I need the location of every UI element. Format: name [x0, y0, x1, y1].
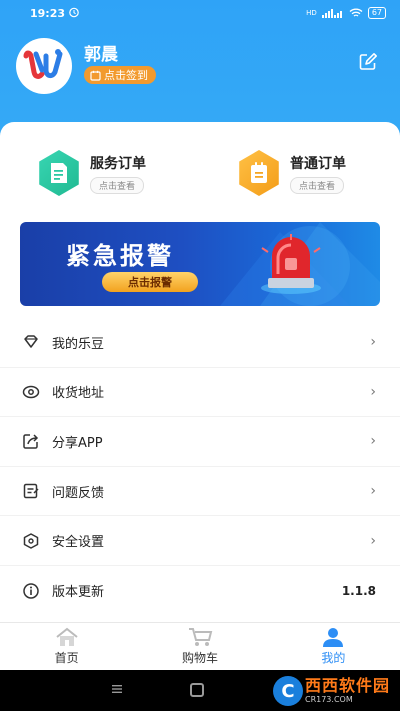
share-icon	[23, 434, 39, 450]
tab-label-mine: 我的	[321, 651, 346, 665]
tab-mine[interactable]: 我的	[267, 623, 400, 670]
diamond-icon	[24, 335, 38, 349]
service-order-title: 服务订单	[90, 155, 146, 172]
user-name: 郭晨	[84, 45, 118, 65]
chevron-right-icon: ›	[370, 334, 376, 351]
menu-label-ledou: 我的乐豆	[52, 336, 105, 352]
alarm-clock-icon	[69, 7, 79, 18]
service-order-icon	[39, 150, 79, 196]
home-icon	[56, 627, 78, 646]
service-order-card[interactable]: 服务订单 点击查看	[36, 150, 146, 196]
cart-icon	[188, 628, 213, 646]
battery-indicator: 67	[367, 7, 386, 19]
menu-item-ledou[interactable]: 我的乐豆 ›	[0, 318, 400, 368]
normal-order-link[interactable]: 点击查看	[290, 176, 345, 194]
calendar-icon	[90, 70, 101, 81]
tab-label-home: 首页	[54, 651, 79, 665]
menu-item-version[interactable]: 版本更新 1.1.8	[0, 566, 400, 616]
chevron-right-icon: ›	[370, 483, 376, 500]
bottom-tab-bar: 首页 购物车 我的	[0, 622, 400, 670]
shield-icon	[23, 532, 39, 549]
app-logo-icon	[23, 49, 63, 79]
watermark-c-icon: C	[272, 676, 303, 706]
version-number: 1.1.8	[341, 583, 376, 598]
settings-menu: 我的乐豆 › 收货地址 › 分享APP › 问题反馈 › 安全设置 › 版本更新…	[0, 318, 400, 616]
menu-label-address: 收货地址	[52, 386, 105, 402]
user-icon	[323, 628, 344, 647]
tab-home[interactable]: 首页	[0, 623, 133, 670]
wifi-icon	[349, 8, 363, 17]
alarm-title: 紧急报警	[66, 242, 174, 270]
service-order-link[interactable]: 点击查看	[90, 176, 145, 194]
checkin-button[interactable]: 点击签到	[84, 66, 156, 84]
normal-order-title: 普通订单	[290, 155, 346, 172]
menu-item-address[interactable]: 收货地址 ›	[0, 368, 400, 418]
status-bar: 19:23 HD 67	[0, 0, 400, 28]
menu-icon[interactable]	[112, 684, 122, 694]
signal-hd-label: HD	[306, 9, 317, 17]
normal-order-icon	[239, 150, 279, 196]
normal-order-card[interactable]: 普通订单 点击查看	[236, 150, 346, 196]
menu-label-version: 版本更新	[52, 585, 105, 601]
menu-label-feedback: 问题反馈	[52, 485, 105, 501]
watermark-sub-text: CR173.COM	[304, 695, 353, 704]
chevron-right-icon: ›	[370, 383, 376, 400]
signal-icon	[321, 9, 342, 18]
avatar[interactable]	[16, 38, 72, 94]
info-icon	[23, 583, 39, 599]
checkin-label: 点击签到	[104, 69, 148, 82]
status-time: 19:23	[30, 7, 66, 20]
siren-icon	[261, 234, 321, 294]
status-indicators: HD 67	[306, 7, 386, 19]
watermark-logo: C 西西软件园 CR173.COM	[272, 674, 390, 708]
menu-item-feedback[interactable]: 问题反馈 ›	[0, 467, 400, 517]
menu-item-share[interactable]: 分享APP ›	[0, 417, 400, 467]
location-icon	[22, 385, 40, 399]
tab-label-cart: 购物车	[181, 651, 218, 665]
emergency-alarm-banner[interactable]: 紧急报警 点击报警	[20, 222, 380, 306]
watermark-main-text: 西西软件园	[304, 676, 390, 695]
menu-item-security[interactable]: 安全设置 ›	[0, 516, 400, 566]
nav-home-button[interactable]	[190, 683, 204, 697]
menu-label-share: 分享APP	[52, 435, 103, 451]
chevron-right-icon: ›	[370, 433, 376, 450]
system-navigation-bar: C 西西软件园 CR173.COM	[0, 670, 400, 711]
tab-cart[interactable]: 购物车	[133, 623, 266, 670]
feedback-icon	[23, 483, 39, 499]
menu-label-security: 安全设置	[52, 535, 105, 551]
alarm-button[interactable]: 点击报警	[102, 272, 198, 292]
chevron-right-icon: ›	[370, 532, 376, 549]
edit-icon[interactable]	[358, 52, 378, 72]
